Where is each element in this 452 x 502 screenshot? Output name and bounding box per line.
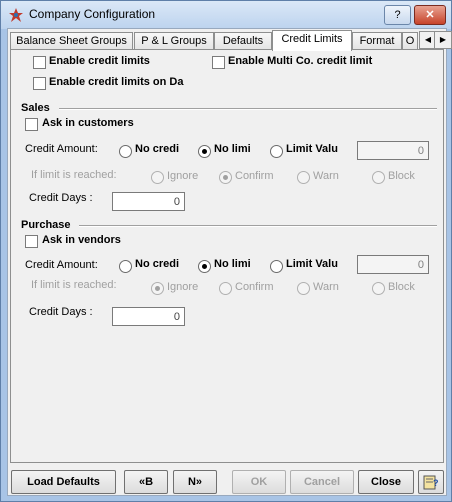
- ok-button[interactable]: OK: [232, 470, 286, 494]
- purchase-heading: Purchase: [21, 219, 71, 231]
- purchase-ignore-label: Ignore: [167, 281, 199, 293]
- sales-credit-days-input[interactable]: 0: [112, 192, 185, 211]
- sales-no-credit-label: No credi: [135, 143, 180, 155]
- sales-no-credit-radio[interactable]: [119, 145, 132, 158]
- purchase-ignore-radio[interactable]: [151, 282, 164, 295]
- enable-credit-limits-checkbox[interactable]: [33, 56, 46, 69]
- help-title-button[interactable]: ?: [384, 5, 411, 25]
- sales-confirm-label: Confirm: [235, 170, 274, 182]
- sales-block-radio[interactable]: [372, 171, 385, 184]
- sales-ignore-label: Ignore: [167, 170, 199, 182]
- sales-credit-days-label: Credit Days :: [29, 192, 93, 204]
- load-defaults-button[interactable]: Load Defaults: [11, 470, 116, 494]
- purchase-no-credit-label: No credi: [135, 258, 180, 270]
- sales-heading: Sales: [21, 102, 50, 114]
- sales-limit-value-radio[interactable]: [270, 145, 283, 158]
- sales-warn-radio[interactable]: [297, 171, 310, 184]
- sales-no-limit-radio[interactable]: [198, 145, 211, 158]
- help-book-icon: ?: [423, 475, 439, 490]
- tab-pl-groups[interactable]: P & L Groups: [134, 32, 214, 50]
- purchase-no-limit-radio[interactable]: [198, 260, 211, 273]
- next-button[interactable]: N»: [173, 470, 217, 494]
- purchase-credit-amount-label: Credit Amount:: [25, 259, 98, 271]
- purchase-confirm-label: Confirm: [235, 281, 274, 293]
- sales-ask-label: Ask in customers: [42, 117, 134, 129]
- enable-multi-co-checkbox[interactable]: [212, 56, 225, 69]
- app-icon: [9, 8, 23, 22]
- sales-ask-checkbox[interactable]: [25, 118, 38, 131]
- sales-block-label: Block: [388, 170, 415, 182]
- purchase-no-limit-label: No limi: [214, 258, 251, 270]
- dialog-client-area: Balance Sheet Groups P & L Groups Defaul…: [7, 28, 452, 496]
- sales-credit-amount-label: Credit Amount:: [25, 143, 98, 155]
- purchase-limit-value-label: Limit Valu: [286, 258, 338, 270]
- purchase-ask-label: Ask in vendors: [42, 234, 121, 246]
- credit-limits-panel: Enable credit limits Enable Multi Co. cr…: [10, 49, 444, 463]
- purchase-warn-radio[interactable]: [297, 282, 310, 295]
- purchase-credit-days-label: Credit Days :: [29, 306, 93, 318]
- tab-partial[interactable]: O: [402, 32, 418, 50]
- tab-scroll-right-icon[interactable]: ▶: [434, 31, 452, 49]
- tab-credit-limits[interactable]: Credit Limits: [272, 30, 352, 51]
- tab-defaults[interactable]: Defaults: [214, 32, 272, 50]
- purchase-credit-days-input[interactable]: 0: [112, 307, 185, 326]
- sales-limit-value-label: Limit Valu: [286, 143, 338, 155]
- purchase-block-label: Block: [388, 281, 415, 293]
- company-configuration-window: Company Configuration ? ✕ Balance Sheet …: [0, 0, 452, 502]
- enable-multi-co-label: Enable Multi Co. credit limit: [228, 55, 373, 67]
- window-title: Company Configuration: [29, 7, 156, 21]
- enable-credit-limits-label: Enable credit limits: [49, 55, 150, 67]
- svg-text:?: ?: [433, 478, 439, 488]
- close-window-button[interactable]: ✕: [414, 5, 446, 25]
- close-button[interactable]: Close: [358, 470, 414, 494]
- purchase-no-credit-radio[interactable]: [119, 260, 132, 273]
- sales-warn-label: Warn: [313, 170, 339, 182]
- back-button[interactable]: «B: [124, 470, 168, 494]
- purchase-ask-checkbox[interactable]: [25, 235, 38, 248]
- purchase-block-radio[interactable]: [372, 282, 385, 295]
- sales-limit-value-input[interactable]: 0: [357, 141, 429, 160]
- cancel-button[interactable]: Cancel: [290, 470, 354, 494]
- purchase-confirm-radio[interactable]: [219, 282, 232, 295]
- enable-on-da-label: Enable credit limits on Da: [49, 76, 184, 88]
- sales-confirm-radio[interactable]: [219, 171, 232, 184]
- purchase-warn-label: Warn: [313, 281, 339, 293]
- purchase-limit-reached-label: If limit is reached:: [31, 279, 117, 291]
- purchase-limit-value-radio[interactable]: [270, 260, 283, 273]
- purchase-separator: [79, 225, 437, 227]
- tab-balance-sheet-groups[interactable]: Balance Sheet Groups: [10, 32, 133, 50]
- sales-limit-reached-label: If limit is reached:: [31, 169, 117, 181]
- sales-no-limit-label: No limi: [214, 143, 251, 155]
- title-bar[interactable]: Company Configuration ? ✕: [1, 1, 451, 29]
- purchase-limit-value-input[interactable]: 0: [357, 255, 429, 274]
- tab-format[interactable]: Format: [352, 32, 402, 50]
- enable-on-da-checkbox[interactable]: [33, 77, 46, 90]
- sales-ignore-radio[interactable]: [151, 171, 164, 184]
- sales-separator: [59, 108, 437, 110]
- help-button[interactable]: ?: [418, 470, 444, 494]
